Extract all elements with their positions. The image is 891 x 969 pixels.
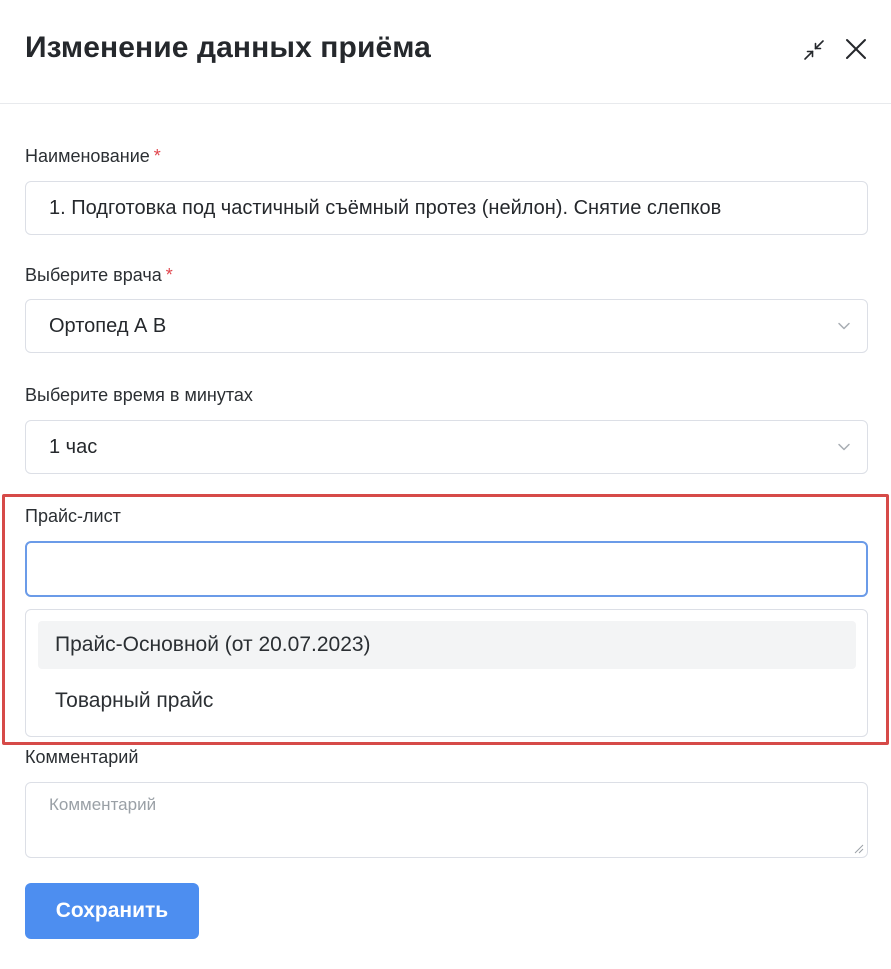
doctor-label: Выберите врача * xyxy=(25,265,173,286)
edit-appointment-dialog: Изменение данных приёма Наименование * 1… xyxy=(0,0,891,969)
collapse-button[interactable] xyxy=(799,35,829,65)
close-icon xyxy=(846,39,866,59)
price-list-option-goods[interactable]: Товарный прайс xyxy=(38,677,856,725)
close-button[interactable] xyxy=(841,34,871,64)
chevron-down-icon xyxy=(838,443,850,451)
comment-placeholder: Комментарий xyxy=(49,795,157,814)
name-input[interactable]: 1. Подготовка под частичный съёмный прот… xyxy=(25,181,868,235)
resize-handle-icon[interactable] xyxy=(854,844,864,854)
save-button[interactable]: Сохранить xyxy=(25,883,199,939)
price-list-option-main[interactable]: Прайс-Основной (от 20.07.2023) xyxy=(38,621,856,669)
option-label: Прайс-Основной (от 20.07.2023) xyxy=(55,633,371,656)
duration-select[interactable]: 1 час xyxy=(25,420,868,474)
dialog-title: Изменение данных приёма xyxy=(25,31,431,64)
price-list-input[interactable] xyxy=(25,541,868,597)
price-list-dropdown: Прайс-Основной (от 20.07.2023) Товарный … xyxy=(25,609,868,737)
comment-label: Комментарий xyxy=(25,747,139,767)
dialog-header: Изменение данных приёма xyxy=(0,0,891,104)
doctor-select-value: Ортопед А В xyxy=(49,315,167,337)
collapse-arrows-icon xyxy=(804,40,824,60)
chevron-down-icon xyxy=(838,322,850,330)
required-mark: * xyxy=(153,146,161,166)
price-list-label: Прайс-лист xyxy=(25,506,121,526)
doctor-select[interactable]: Ортопед А В xyxy=(25,299,868,353)
duration-label: Выберите время в минутах xyxy=(25,385,253,405)
name-input-value: 1. Подготовка под частичный съёмный прот… xyxy=(49,197,722,219)
required-mark: * xyxy=(165,265,173,285)
name-label-text: Наименование xyxy=(25,146,150,166)
option-label: Товарный прайс xyxy=(55,689,214,712)
name-label: Наименование * xyxy=(25,146,161,167)
doctor-label-text: Выберите врача xyxy=(25,265,162,285)
duration-select-value: 1 час xyxy=(49,436,98,458)
comment-textarea[interactable]: Комментарий xyxy=(25,782,868,858)
